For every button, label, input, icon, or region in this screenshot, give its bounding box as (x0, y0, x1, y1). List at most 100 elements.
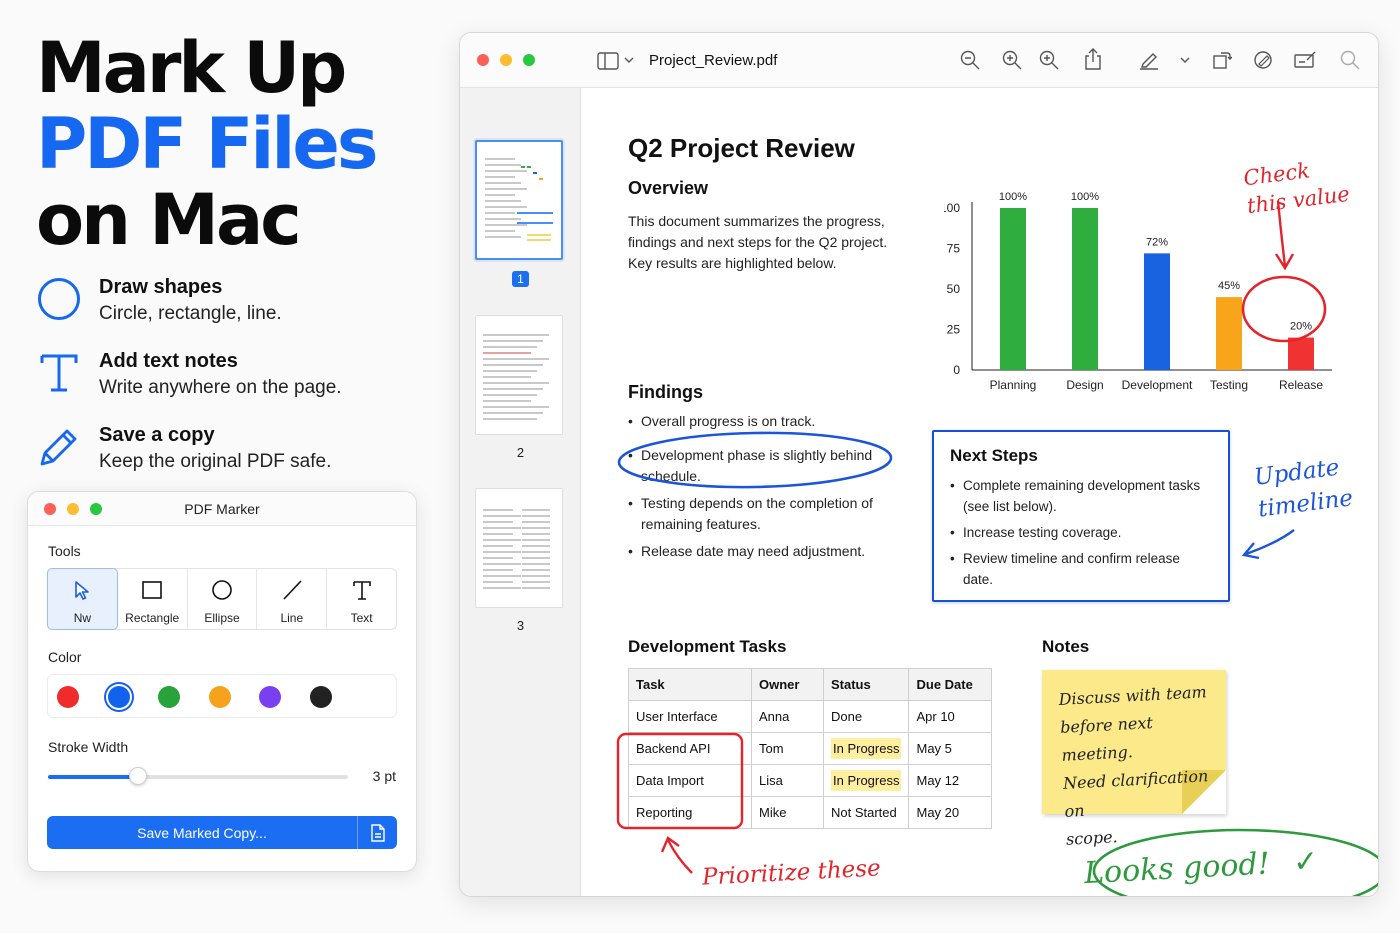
y-tick-label: 50 (947, 282, 961, 296)
table-cell: Data Import (628, 764, 752, 797)
table-row: Data Import Lisa In Progress May 12 (628, 764, 993, 797)
overview-heading: Overview (628, 178, 709, 198)
data-label: 72% (1146, 236, 1168, 248)
page-thumbnail-2[interactable] (475, 315, 563, 435)
prioritize-annotation[interactable]: Prioritize these (701, 855, 881, 890)
table-cell: In Progress (822, 732, 910, 765)
page-thumbnail-1[interactable] (475, 140, 563, 260)
tool-label: Rectangle (125, 611, 180, 625)
data-label: 100% (999, 191, 1027, 203)
x-tick-label: Planning (990, 378, 1037, 392)
color-swatch[interactable] (208, 686, 231, 708)
color-swatch[interactable] (259, 686, 281, 708)
data-label: 100% (1071, 191, 1099, 203)
next-steps-heading: Next Steps (950, 446, 1038, 465)
panel-title: PDF Marker (184, 501, 260, 517)
hero-title: Mark Up PDF Files on Mac (36, 27, 379, 258)
table-cell: User Interface (628, 700, 752, 733)
page-number-1[interactable]: 1 (460, 271, 581, 287)
document-page: Q2 Project Review Overview This document… (582, 88, 1378, 896)
rotate-icon[interactable] (1212, 50, 1232, 70)
stroke-width-slider[interactable] (48, 767, 348, 785)
tool-select[interactable]: Nw (47, 568, 118, 630)
finding-item: Overall progress is on track. (628, 411, 815, 432)
text-tool-icon (352, 581, 371, 600)
feature-desc: Circle, rectangle, line. (99, 303, 282, 324)
color-swatch[interactable] (107, 686, 130, 708)
zoom-fit-icon[interactable] (1039, 50, 1059, 70)
minimize-window-button[interactable] (500, 54, 512, 66)
chevron-down-icon[interactable] (624, 56, 634, 64)
tool-ellipse[interactable]: Ellipse (188, 569, 258, 629)
blue-arrow-annotation[interactable] (1245, 529, 1295, 556)
highlighted-status: In Progress (831, 738, 902, 759)
table-cell: May 5 (908, 732, 993, 765)
highlight-pen-icon[interactable] (1139, 50, 1159, 70)
hero-line-1: Mark Up (36, 27, 347, 109)
form-fill-icon[interactable] (1294, 50, 1318, 70)
tool-rectangle[interactable]: Rectangle (118, 569, 188, 629)
save-marked-copy-button[interactable]: Save Marked Copy... (47, 816, 397, 849)
stroke-width-label: Stroke Width (48, 739, 129, 755)
pdf-marker-panel: PDF Marker Tools Nw Rectangle Ellipse Li… (27, 491, 417, 872)
y-tick-label: 75 (947, 242, 961, 256)
table-cell: Apr 10 (908, 700, 993, 733)
table-cell: May 12 (908, 764, 993, 797)
table-header-row: Task Owner Status Due Date (628, 668, 993, 701)
share-icon[interactable] (1084, 48, 1102, 70)
search-icon[interactable] (1340, 50, 1360, 70)
zoom-out-icon[interactable] (960, 50, 980, 70)
chevron-down-icon[interactable] (1180, 56, 1190, 64)
table-cell: In Progress (822, 764, 910, 797)
table-cell: Backend API (628, 732, 752, 765)
color-picker (47, 674, 397, 718)
page-thumbnail-3[interactable] (475, 488, 563, 608)
tool-text[interactable]: Text (327, 569, 396, 629)
next-step-item: Review timeline and confirm releasedate. (950, 548, 1180, 590)
sticky-note[interactable]: Discuss with team before next meeting. N… (1042, 670, 1226, 849)
ellipse-icon (212, 580, 232, 600)
tool-label: Line (280, 611, 304, 625)
hero-line-2: PDF Files (36, 103, 379, 185)
update-timeline-annotation[interactable]: Update timeline (1252, 450, 1355, 525)
tasks-table: Task Owner Status Due Date User Interfac… (628, 668, 993, 829)
tool-line[interactable]: Line (257, 569, 328, 629)
pdf-viewer-window: Project_Review.pdf 1 2 3 Q2 Project Revi… (459, 32, 1379, 897)
page-number-2[interactable]: 2 (460, 445, 581, 460)
notes-heading: Notes (1042, 637, 1090, 656)
color-swatch[interactable] (309, 686, 332, 708)
stroke-width-value: 3 pt (372, 768, 396, 784)
sidebar-toggle-icon[interactable] (597, 52, 619, 70)
column-header: Due Date (908, 668, 993, 701)
zoom-in-icon[interactable] (1002, 50, 1022, 70)
red-curved-arrow-annotation[interactable] (666, 839, 693, 874)
table-row: User Interface Anna Done Apr 10 (628, 700, 993, 733)
save-button-label: Save Marked Copy... (137, 825, 267, 841)
document-icon[interactable] (370, 824, 386, 842)
x-tick-label: Testing (1210, 378, 1248, 392)
color-swatch[interactable] (57, 686, 79, 708)
document-title-heading: Q2 Project Review (628, 133, 855, 163)
color-label: Color (48, 649, 82, 665)
feature-title: Save a copy (99, 424, 215, 446)
column-header: Owner (751, 668, 824, 701)
markup-icon[interactable] (1253, 50, 1273, 70)
table-cell: Lisa (751, 764, 824, 797)
check-mark-icon: ✓ (1292, 843, 1320, 881)
pencil-icon (40, 429, 77, 466)
zoom-window-button[interactable] (523, 54, 535, 66)
tool-label: Nw (73, 611, 92, 625)
x-tick-label: Release (1279, 378, 1323, 392)
feature-desc: Write anywhere on the page. (99, 377, 342, 398)
table-cell: Done (822, 700, 910, 733)
finding-item: Testing depends on the completion ofrema… (628, 493, 873, 535)
close-window-button[interactable] (477, 54, 489, 66)
feature-title: Draw shapes (99, 276, 223, 298)
highlighted-status: In Progress (831, 770, 902, 791)
panel-titlebar: PDF Marker (28, 492, 416, 526)
data-label: 45% (1218, 280, 1240, 292)
table-row: Backend API Tom In Progress May 5 (628, 732, 993, 765)
slider-knob[interactable] (129, 767, 147, 785)
page-number-3[interactable]: 3 (460, 618, 581, 633)
color-swatch[interactable] (158, 686, 180, 708)
